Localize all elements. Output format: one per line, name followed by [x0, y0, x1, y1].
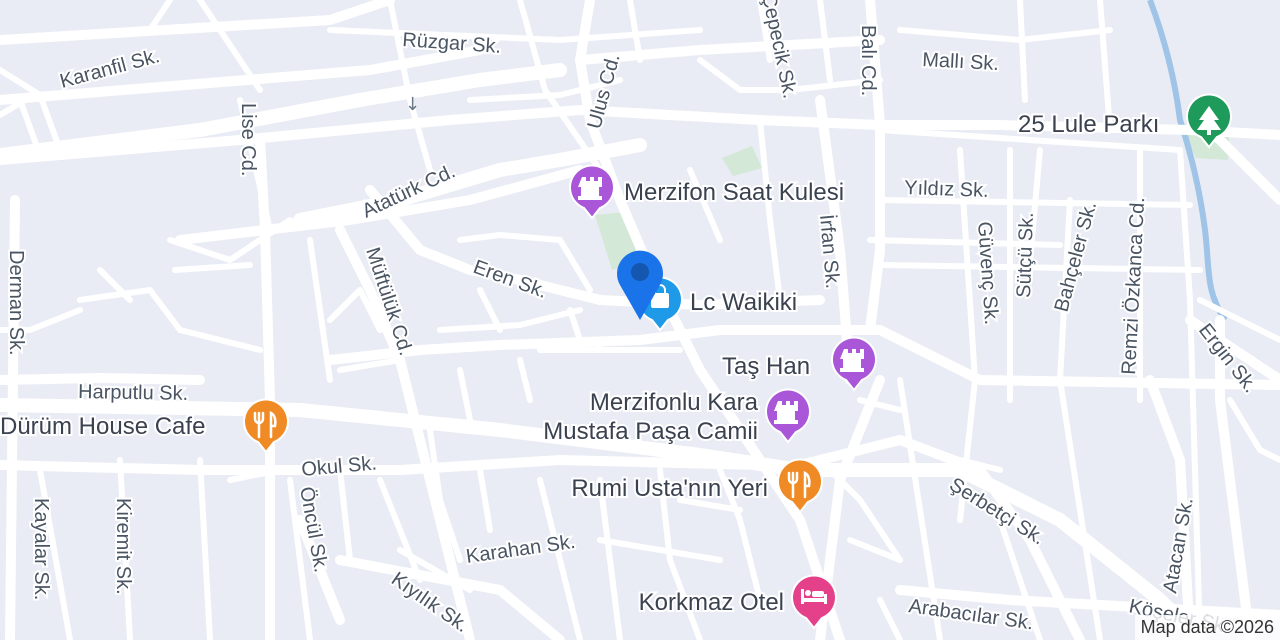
castle-icon: [840, 349, 864, 372]
poi-label: Taş Han: [722, 353, 810, 380]
street-label: Lise Cd.: [237, 103, 259, 176]
one-way-arrow-icon: ↓: [405, 94, 420, 115]
poi-label: Dürüm House Cafe: [0, 413, 205, 440]
poi-label-line2: Mustafa Paşa Camii: [543, 418, 758, 445]
map-attribution[interactable]: Map data ©2026: [1134, 615, 1280, 640]
poi-label: Lc Waikiki: [690, 289, 797, 316]
map-view[interactable]: ↓ Karanfil Sk. Rüzgar Sk. Ulus Cd. Çepec…: [0, 0, 1280, 640]
street-label: Balı Cd.: [857, 25, 879, 96]
street-label: Harputlu Sk.: [78, 381, 188, 405]
poi-label: Rumi Usta'nın Yeri: [571, 475, 768, 502]
poi-label: Merzifon Saat Kulesi: [624, 179, 844, 206]
street-label: Mallı Sk.: [922, 49, 1000, 75]
location-pin-dot: [631, 263, 649, 281]
street-label: Kayalar Sk.: [30, 498, 52, 600]
poi-label: 25 Lule Parkı: [1018, 111, 1159, 138]
street-label: Kiremit Sk.: [112, 498, 134, 595]
street-label: Yıldız Sk.: [904, 177, 989, 202]
street-label: Sütçü Sk.: [1013, 212, 1038, 298]
poi-label-line1: Merzifonlu Kara: [590, 389, 759, 416]
castle-icon: [578, 177, 602, 200]
castle-icon: [774, 401, 798, 424]
poi-label: Korkmaz Otel: [639, 589, 784, 616]
map-canvas[interactable]: ↓ Karanfil Sk. Rüzgar Sk. Ulus Cd. Çepec…: [0, 0, 1280, 640]
street-label: Derman Sk.: [5, 250, 27, 356]
